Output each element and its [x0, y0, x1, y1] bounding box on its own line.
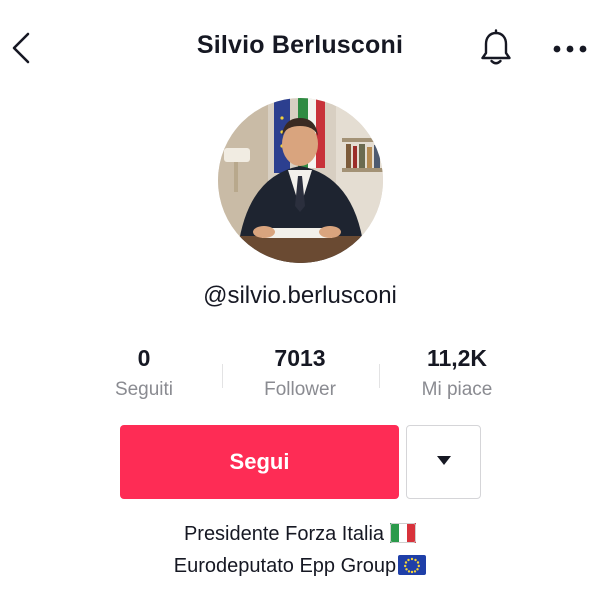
top-bar: Silvio Berlusconi	[0, 0, 600, 100]
likes-count: 11,2K	[426, 345, 488, 371]
more-horizontal-icon	[552, 41, 588, 59]
more-options-button[interactable]	[548, 30, 592, 70]
likes-label: Mi piace	[421, 379, 493, 400]
bio-line-2: Eurodeputato Epp Group	[0, 552, 600, 584]
profile-stats: 0 Seguiti 7013 Follower 11,2K Mi piace	[0, 344, 600, 408]
following-label: Seguiti	[114, 379, 174, 400]
suggested-accounts-dropdown-button[interactable]	[406, 425, 481, 499]
bio-text-1: Presidente Forza Italia	[183, 523, 385, 545]
followers-count: 7013	[274, 345, 326, 371]
profile-bio: Presidente Forza Italia Eurodeputato Epp…	[0, 520, 600, 584]
caret-down-icon	[436, 453, 452, 471]
stat-followers[interactable]: 7013 Follower	[220, 344, 380, 402]
followers-label: Follower	[264, 379, 336, 400]
profile-avatar[interactable]	[218, 98, 383, 263]
following-count: 0	[137, 345, 151, 371]
stat-following[interactable]: 0 Seguiti	[64, 344, 224, 402]
italy-flag-icon	[390, 523, 417, 552]
bio-line-1: Presidente Forza Italia	[0, 520, 600, 552]
notification-bell-button[interactable]	[476, 28, 516, 72]
follow-button[interactable]: Segui	[120, 425, 399, 499]
bio-text-2: Eurodeputato Epp Group	[173, 555, 397, 577]
profile-username: @silvio.berlusconi	[203, 282, 397, 309]
bell-icon	[479, 28, 513, 72]
stat-likes[interactable]: 11,2K Mi piace	[377, 344, 537, 402]
eu-flag-icon	[398, 555, 427, 584]
